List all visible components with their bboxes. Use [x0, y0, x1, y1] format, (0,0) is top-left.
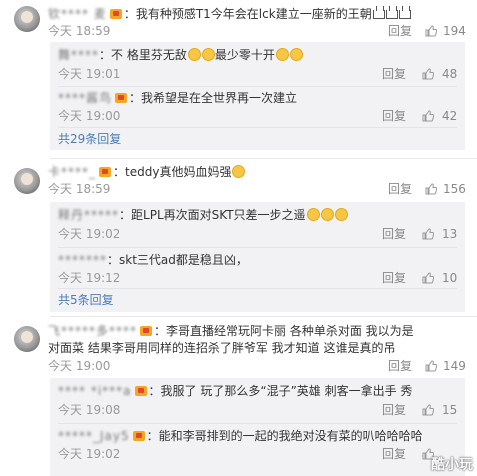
comment: 飞*****多**** ：李哥直播经常玩阿卡丽 各种单杀对面 我以为是 对面菜 结… [0, 320, 477, 476]
comment-text: 我有种预感T1今年会在lck建立一座新的王朝 [135, 7, 372, 21]
reply-text: skt三代ad都是稳且凶， [119, 253, 248, 267]
reply-item: 释丹*****：距LPL再次面对SKT只差一步之遥 今天 19:02 回复 13 [58, 208, 458, 242]
vip-badge-icon [115, 93, 128, 103]
thumbs-up-icon[interactable] [422, 272, 434, 284]
like-count: 10 [442, 271, 458, 285]
comment: 钦**** 麦：我有种预感T1今年会在lck建立一座新的王朝 今天 18:59 … [0, 0, 477, 150]
like-count: 42 [442, 109, 458, 123]
smile-emoji-icon [201, 48, 215, 61]
comment-time: 今天 18:59 [48, 182, 111, 196]
like-count: 13 [442, 227, 458, 241]
like-count: 15 [442, 403, 458, 417]
more-replies-link[interactable]: 共29条回复 [58, 131, 121, 147]
reply-item: 舞****：不 格里芬无敌 最少零十开 今天 19:01 回复 48 [58, 48, 458, 82]
thumbs-up-icon[interactable] [425, 183, 437, 195]
vip-badge-icon [109, 9, 122, 19]
thumbs-up-icon[interactable] [422, 68, 434, 80]
thumbs-up-icon[interactable] [425, 360, 437, 372]
reply-time: 今天 19:01 [58, 67, 121, 81]
site-watermark: 酷小玩 [431, 457, 473, 473]
smile-emoji-icon [232, 165, 246, 178]
avatar[interactable] [14, 326, 40, 352]
reply-time: 今天 19:02 [58, 227, 121, 241]
username[interactable]: *****_Jay5 [58, 429, 130, 443]
comment-text-continued: 对面菜 结果李哥用同样的连招杀了胖爷军 我才知道 这谁是真的吊 [48, 341, 396, 355]
reply-text: 我希望是在全世界再一次建立 [141, 91, 298, 105]
reply-list: 舞****：不 格里芬无敌 最少零十开 今天 19:01 回复 48 ****酱鸟… [50, 42, 465, 150]
reply-time: 今天 19:00 [58, 109, 121, 123]
reply-time: 今天 19:12 [58, 271, 121, 285]
username[interactable]: 卡****_ [48, 165, 96, 179]
smile-emoji-icon [320, 208, 334, 221]
reply-text: 我服了 玩了那么多“混子”英雄 刺客一拿出手 秀 [160, 384, 413, 398]
reply-item: ****酱鸟 ：我希望是在全世界再一次建立 今天 19:00 回复 42 [58, 91, 458, 124]
username[interactable]: 舞**** [58, 48, 99, 62]
username[interactable]: 钦**** 麦 [48, 7, 107, 21]
vip-badge-icon [132, 431, 145, 441]
reply-button[interactable]: 回复 [382, 402, 406, 418]
reply-item: *****_Jay5 ：能和李哥排到的一起的我绝对没有菜的叭哈哈哈哈 今天 19:… [50, 424, 465, 474]
smile-emoji-icon [187, 48, 201, 61]
username[interactable]: 飞*****多**** [48, 324, 137, 338]
like-count: 194 [443, 24, 466, 38]
reply-time: 今天 19:02 [58, 447, 121, 461]
vip-badge-icon [99, 167, 112, 177]
thumbs-up-icon[interactable] [422, 110, 434, 122]
comment-text: teddy真他妈血妈强 [125, 165, 232, 179]
thumbs-up-icon[interactable] [425, 25, 437, 37]
crown-icon [385, 6, 398, 19]
reply-item: *******：skt三代ad都是稳且凶， 今天 19:12 回复 10 [58, 253, 458, 286]
comment-time: 今天 18:59 [48, 24, 111, 38]
reply-button[interactable]: 回复 [382, 446, 406, 462]
like-count: 48 [442, 67, 458, 81]
more-replies-link[interactable]: 共5条回复 [58, 292, 114, 308]
thumbs-up-icon[interactable] [422, 228, 434, 240]
reply-button[interactable]: 回复 [388, 23, 412, 39]
reply-item: **** *i***a ：我服了 玩了那么多“混子”英雄 刺客一拿出手 秀 今天 … [58, 384, 458, 418]
reply-button[interactable]: 回复 [382, 226, 406, 242]
username[interactable]: ******* [58, 253, 107, 267]
crown-icon [398, 6, 411, 19]
reply-text: 距LPL再次面对SKT只差一步之遥 [131, 208, 306, 222]
reply-list: 释丹*****：距LPL再次面对SKT只差一步之遥 今天 19:02 回复 13… [50, 202, 465, 312]
username[interactable]: **** *i***a [58, 384, 132, 398]
crown-icon [372, 6, 385, 19]
reply-time: 今天 19:08 [58, 403, 121, 417]
reply-list: **** *i***a ：我服了 玩了那么多“混子”英雄 刺客一拿出手 秀 今天 … [50, 378, 465, 476]
reply-button[interactable]: 回复 [382, 108, 406, 124]
thumbs-up-icon[interactable] [422, 404, 434, 416]
reply-button[interactable]: 回复 [382, 66, 406, 82]
comment-time: 今天 19:00 [48, 359, 111, 373]
reply-text: 最少零十开 [214, 48, 275, 62]
like-count: 156 [443, 182, 466, 196]
smile-emoji-icon [289, 48, 303, 61]
comment: 卡****_ ：teddy真他妈血妈强 今天 18:59 回复 156 释丹***… [0, 162, 477, 312]
reply-button[interactable]: 回复 [388, 358, 412, 374]
username[interactable]: ****酱鸟 [58, 91, 112, 105]
smile-emoji-icon [275, 48, 289, 61]
like-count: 149 [443, 359, 466, 373]
vip-badge-icon [140, 326, 153, 336]
username[interactable]: 释丹***** [58, 208, 119, 222]
reply-button[interactable]: 回复 [388, 181, 412, 197]
reply-button[interactable]: 回复 [382, 270, 406, 286]
vip-badge-icon [134, 386, 147, 396]
smile-emoji-icon [306, 208, 320, 221]
reply-text: 不 格里芬无敌 [111, 48, 187, 62]
reply-text: 能和李哥排到的一起的我绝对没有菜的叭哈哈哈哈 [158, 429, 423, 443]
smile-emoji-icon [334, 208, 348, 221]
comment-text: 李哥直播经常玩阿卡丽 各种单杀对面 我以为是 [166, 324, 414, 338]
